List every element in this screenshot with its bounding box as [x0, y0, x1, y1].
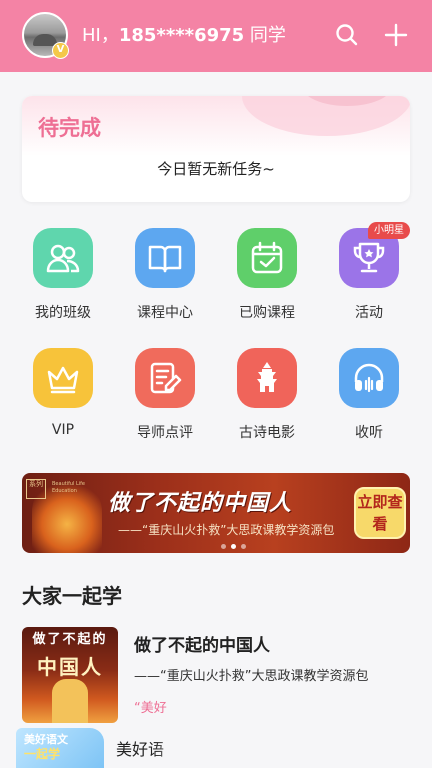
- calendar-check-icon: [237, 228, 297, 288]
- float-badge: 美好语文 一起学: [16, 728, 104, 768]
- fade-overlay: [172, 687, 232, 717]
- greeting-phone: 185****6975: [118, 25, 245, 46]
- pagoda-icon: [237, 348, 297, 408]
- grid-item-poem-movie[interactable]: 古诗电影: [227, 348, 307, 448]
- course-subtitle: ——“重庆山火扑救”大思政课教学资源包: [134, 669, 369, 684]
- fade-overlay: [152, 732, 202, 762]
- grid-label: 课程中心: [137, 305, 193, 321]
- class-icon: [33, 228, 93, 288]
- pending-message: 今日暂无新任务~: [157, 160, 275, 178]
- grid-item-mentor-review[interactable]: 导师点评: [125, 348, 205, 448]
- pending-title: 待完成: [38, 116, 101, 140]
- plus-icon[interactable]: [383, 22, 409, 48]
- thumb-text-top: 做了不起的: [32, 632, 108, 647]
- grid-item-my-class[interactable]: 我的班级: [23, 228, 103, 328]
- carousel-dot-active[interactable]: [231, 544, 236, 549]
- floating-course-bar[interactable]: 美好语文 一起学 美好语: [16, 728, 202, 768]
- banner-brand: Beautiful Life Education: [52, 481, 86, 494]
- top-header: V HI，185****6975 同学: [0, 0, 432, 72]
- course-tag: “美好: [134, 701, 167, 716]
- search-icon[interactable]: [334, 22, 360, 48]
- carousel-dot[interactable]: [241, 544, 246, 549]
- promo-banner[interactable]: 系列 Beautiful Life Education 做了不起的中国人 ——“…: [22, 473, 410, 553]
- banner-view-button[interactable]: 立即查看: [354, 487, 406, 539]
- float-badge-line2: 一起学: [24, 747, 61, 761]
- activity-badge: 小明星: [368, 222, 410, 239]
- grid-label: 已购课程: [239, 305, 295, 321]
- grid-item-activity[interactable]: 活动: [329, 228, 409, 328]
- section-title: 大家一起学: [22, 584, 122, 608]
- grid-item-listen[interactable]: 收听: [329, 348, 409, 448]
- greeting-suffix: 同学: [244, 25, 286, 46]
- float-badge-line1: 美好语文: [24, 733, 68, 746]
- thumb-figure: [52, 679, 88, 723]
- edit-note-icon: [135, 348, 195, 408]
- course-thumbnail: 做了不起的 中国人: [22, 627, 118, 723]
- thumb-text-main: 中国人: [37, 655, 103, 679]
- pending-card[interactable]: 待完成 今日暂无新任务~: [22, 96, 410, 202]
- grid-item-vip[interactable]: VIP: [23, 348, 103, 448]
- grid-item-course-center[interactable]: 课程中心: [125, 228, 205, 328]
- book-icon: [135, 228, 195, 288]
- carousel-dot[interactable]: [221, 544, 226, 549]
- grid-label: 收听: [355, 425, 383, 441]
- banner-subtitle: ——“重庆山火扑救”大思政课教学资源包: [118, 523, 335, 537]
- grid-label: 活动: [355, 305, 383, 321]
- course-title: 做了不起的中国人: [134, 636, 270, 656]
- banner-title: 做了不起的中国人: [108, 491, 293, 516]
- grid-label: VIP: [51, 422, 75, 438]
- grid-label: 古诗电影: [239, 425, 295, 441]
- vip-badge: V: [52, 42, 69, 59]
- headphones-icon: [339, 348, 399, 408]
- greeting-hi: HI，: [82, 25, 119, 46]
- grid-item-purchased[interactable]: 已购课程: [227, 228, 307, 328]
- grid-label: 导师点评: [137, 425, 193, 441]
- greeting-text: HI，185****6975 同学: [82, 24, 286, 48]
- grid-label: 我的班级: [35, 305, 91, 321]
- banner-tag: 系列: [26, 479, 46, 499]
- crown-icon: [33, 348, 93, 408]
- course-card[interactable]: 做了不起的 中国人 做了不起的中国人 ——“重庆山火扑救”大思政课教学资源包 “…: [22, 627, 422, 727]
